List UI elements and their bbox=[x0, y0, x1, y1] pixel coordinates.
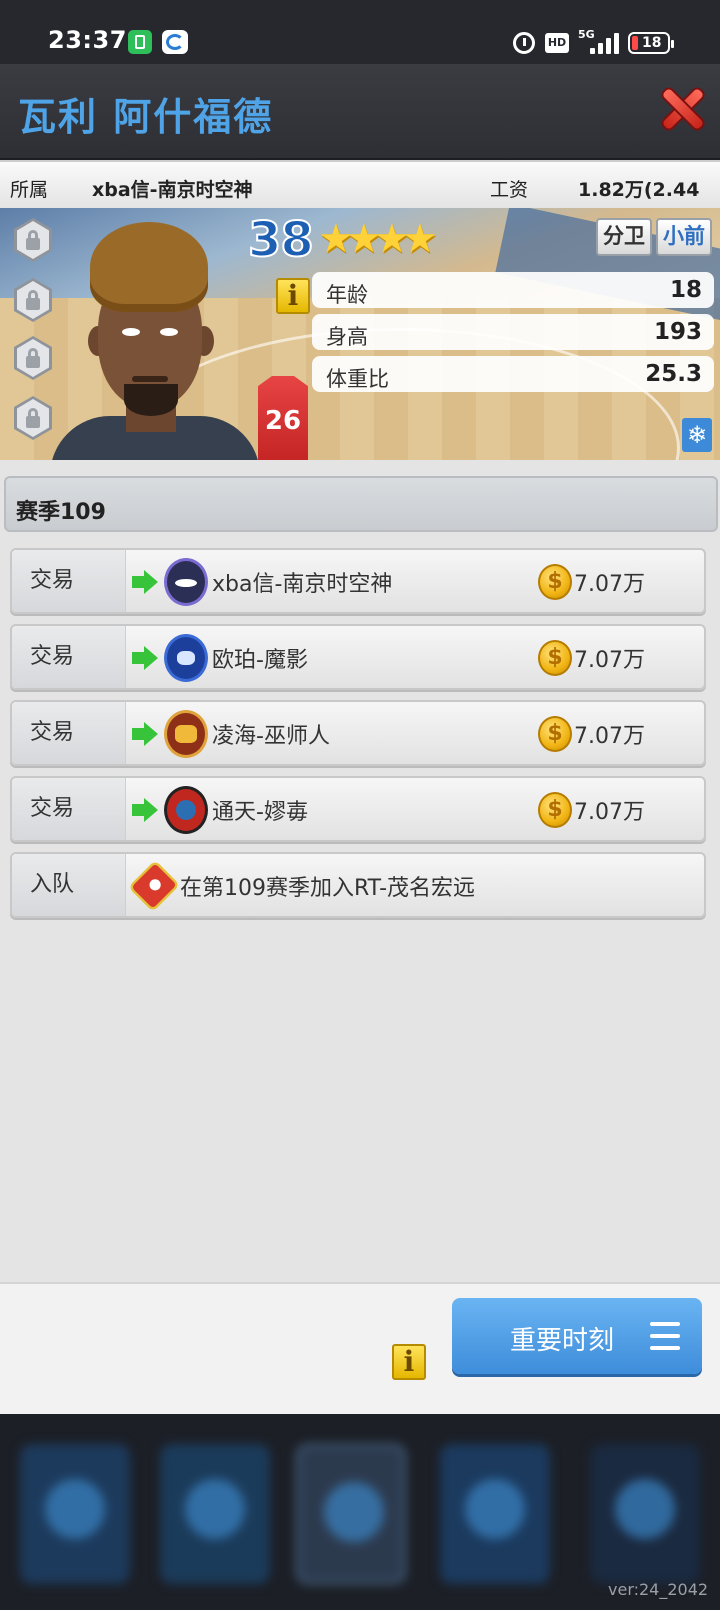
key-moments-label: 重要时刻 bbox=[510, 1326, 615, 1356]
history-team: xba信-南京时空神 bbox=[212, 572, 393, 597]
player-avatar bbox=[48, 216, 260, 460]
player-info-row: 所属 xba信-南京时空神 工资 1.82万(2.44万) bbox=[0, 160, 720, 228]
history-team: 通天-嫪毐 bbox=[212, 800, 308, 825]
history-type: 交易 bbox=[12, 702, 126, 764]
position-sub-badge: 小前 bbox=[656, 218, 712, 256]
team-logo-icon bbox=[164, 786, 208, 834]
history-type: 交易 bbox=[12, 626, 126, 688]
menu-icon bbox=[650, 1322, 680, 1350]
coin-icon: $ bbox=[538, 640, 572, 676]
stat-label: 身高 bbox=[326, 325, 368, 349]
coin-icon: $ bbox=[538, 564, 572, 600]
stat-value: 25.3 bbox=[645, 361, 702, 387]
nav-more-icon[interactable] bbox=[590, 1444, 700, 1584]
stat-label: 年龄 bbox=[326, 283, 368, 307]
coin-icon: $ bbox=[538, 716, 572, 752]
star-rating: ★ ★ ★ ★ bbox=[318, 216, 438, 266]
history-type: 入队 bbox=[12, 854, 126, 916]
alarm-icon bbox=[513, 32, 535, 54]
affiliation-label: 所属 bbox=[10, 179, 49, 201]
coin-icon: $ bbox=[538, 792, 572, 828]
signal-icon bbox=[590, 32, 620, 54]
salary-label: 工资 bbox=[490, 179, 529, 201]
stat-weight-ratio: 体重比 25.3 bbox=[312, 356, 714, 392]
history-price: 7.07万 bbox=[574, 572, 645, 597]
jersey-number: 26 bbox=[264, 406, 302, 436]
history-team: 欧珀-魔影 bbox=[212, 648, 308, 673]
team-logo-icon bbox=[164, 558, 208, 606]
version-label: ver:24_2042 bbox=[608, 1580, 709, 1599]
history-row[interactable]: 交易 xba信-南京时空神 $ 7.07万 bbox=[10, 548, 706, 614]
nav-star-icon[interactable] bbox=[20, 1444, 130, 1584]
stat-value: 18 bbox=[669, 277, 702, 303]
nav-chat-icon[interactable] bbox=[440, 1444, 550, 1584]
history-team: 凌海-巫师人 bbox=[212, 724, 330, 749]
battery-icon: 18 bbox=[628, 32, 674, 54]
player-name-title: 瓦利 阿什福德 bbox=[18, 95, 274, 139]
history-row[interactable]: 入队 在第109赛季加入RT-茂名宏远 bbox=[10, 852, 706, 918]
star-icon: ★ bbox=[402, 216, 438, 262]
snowflake-icon[interactable]: ❄ bbox=[682, 418, 712, 452]
team-logo-icon bbox=[164, 634, 208, 682]
info-icon[interactable]: i bbox=[392, 1344, 426, 1380]
info-icon[interactable]: i bbox=[276, 278, 310, 314]
history-price: 7.07万 bbox=[574, 800, 645, 825]
overall-rating: 38 bbox=[247, 211, 315, 269]
close-icon[interactable] bbox=[660, 86, 704, 130]
history-price: 7.07万 bbox=[574, 648, 645, 673]
nav-finance-icon[interactable] bbox=[160, 1444, 270, 1584]
battery-level: 18 bbox=[642, 35, 662, 51]
browser-notification-icon bbox=[162, 30, 188, 54]
history-row[interactable]: 交易 欧珀-魔影 $ 7.07万 bbox=[10, 624, 706, 690]
hd-icon: HD bbox=[545, 33, 569, 53]
position-main-badge: 分卫 bbox=[596, 218, 652, 256]
status-bar: 23:37 HD 5G 18 bbox=[0, 0, 720, 64]
history-row[interactable]: 交易 通天-嫪毐 $ 7.07万 bbox=[10, 776, 706, 842]
title-bar: 瓦利 阿什福德 bbox=[0, 64, 720, 158]
history-type: 交易 bbox=[12, 550, 126, 612]
arrow-right-icon bbox=[132, 722, 160, 746]
arrow-right-icon bbox=[132, 798, 160, 822]
season-header: 赛季109 bbox=[4, 476, 718, 532]
arrow-right-icon bbox=[132, 646, 160, 670]
team-logo-icon bbox=[164, 710, 208, 758]
stat-label: 体重比 bbox=[326, 367, 389, 391]
history-price: 7.07万 bbox=[574, 724, 645, 749]
history-team: 在第109赛季加入RT-茂名宏远 bbox=[180, 876, 476, 901]
status-time: 23:37 bbox=[48, 26, 127, 54]
key-moments-button[interactable]: 重要时刻 bbox=[452, 1298, 702, 1374]
bottom-action-bar: i 重要时刻 bbox=[0, 1282, 720, 1414]
jersey-icon: 26 bbox=[258, 376, 308, 460]
team-logo-icon bbox=[127, 859, 181, 913]
player-card: 26 38 ★ ★ ★ ★ 分卫 小前 i 年龄 18 身高 193 体重比 2… bbox=[0, 208, 720, 460]
affiliation-value: xba信-南京时空神 bbox=[92, 179, 253, 201]
arrow-right-icon bbox=[132, 570, 160, 594]
app-notification-icon bbox=[128, 30, 152, 54]
player-detail-screen: 23:37 HD 5G 18 瓦利 阿什福德 所属 xba信-南京时空神 工资 … bbox=[0, 0, 720, 1610]
history-panel: 赛季109 交易 xba信-南京时空神 $ 7.07万 交易 欧珀-魔影 $ 7… bbox=[0, 460, 720, 1282]
nav-arena-icon[interactable] bbox=[296, 1444, 406, 1584]
stat-height: 身高 193 bbox=[312, 314, 714, 350]
stat-age: 年龄 18 bbox=[312, 272, 714, 308]
history-row[interactable]: 交易 凌海-巫师人 $ 7.07万 bbox=[10, 700, 706, 766]
lock-icon[interactable] bbox=[14, 218, 52, 262]
history-type: 交易 bbox=[12, 778, 126, 840]
stat-value: 193 bbox=[653, 319, 702, 345]
